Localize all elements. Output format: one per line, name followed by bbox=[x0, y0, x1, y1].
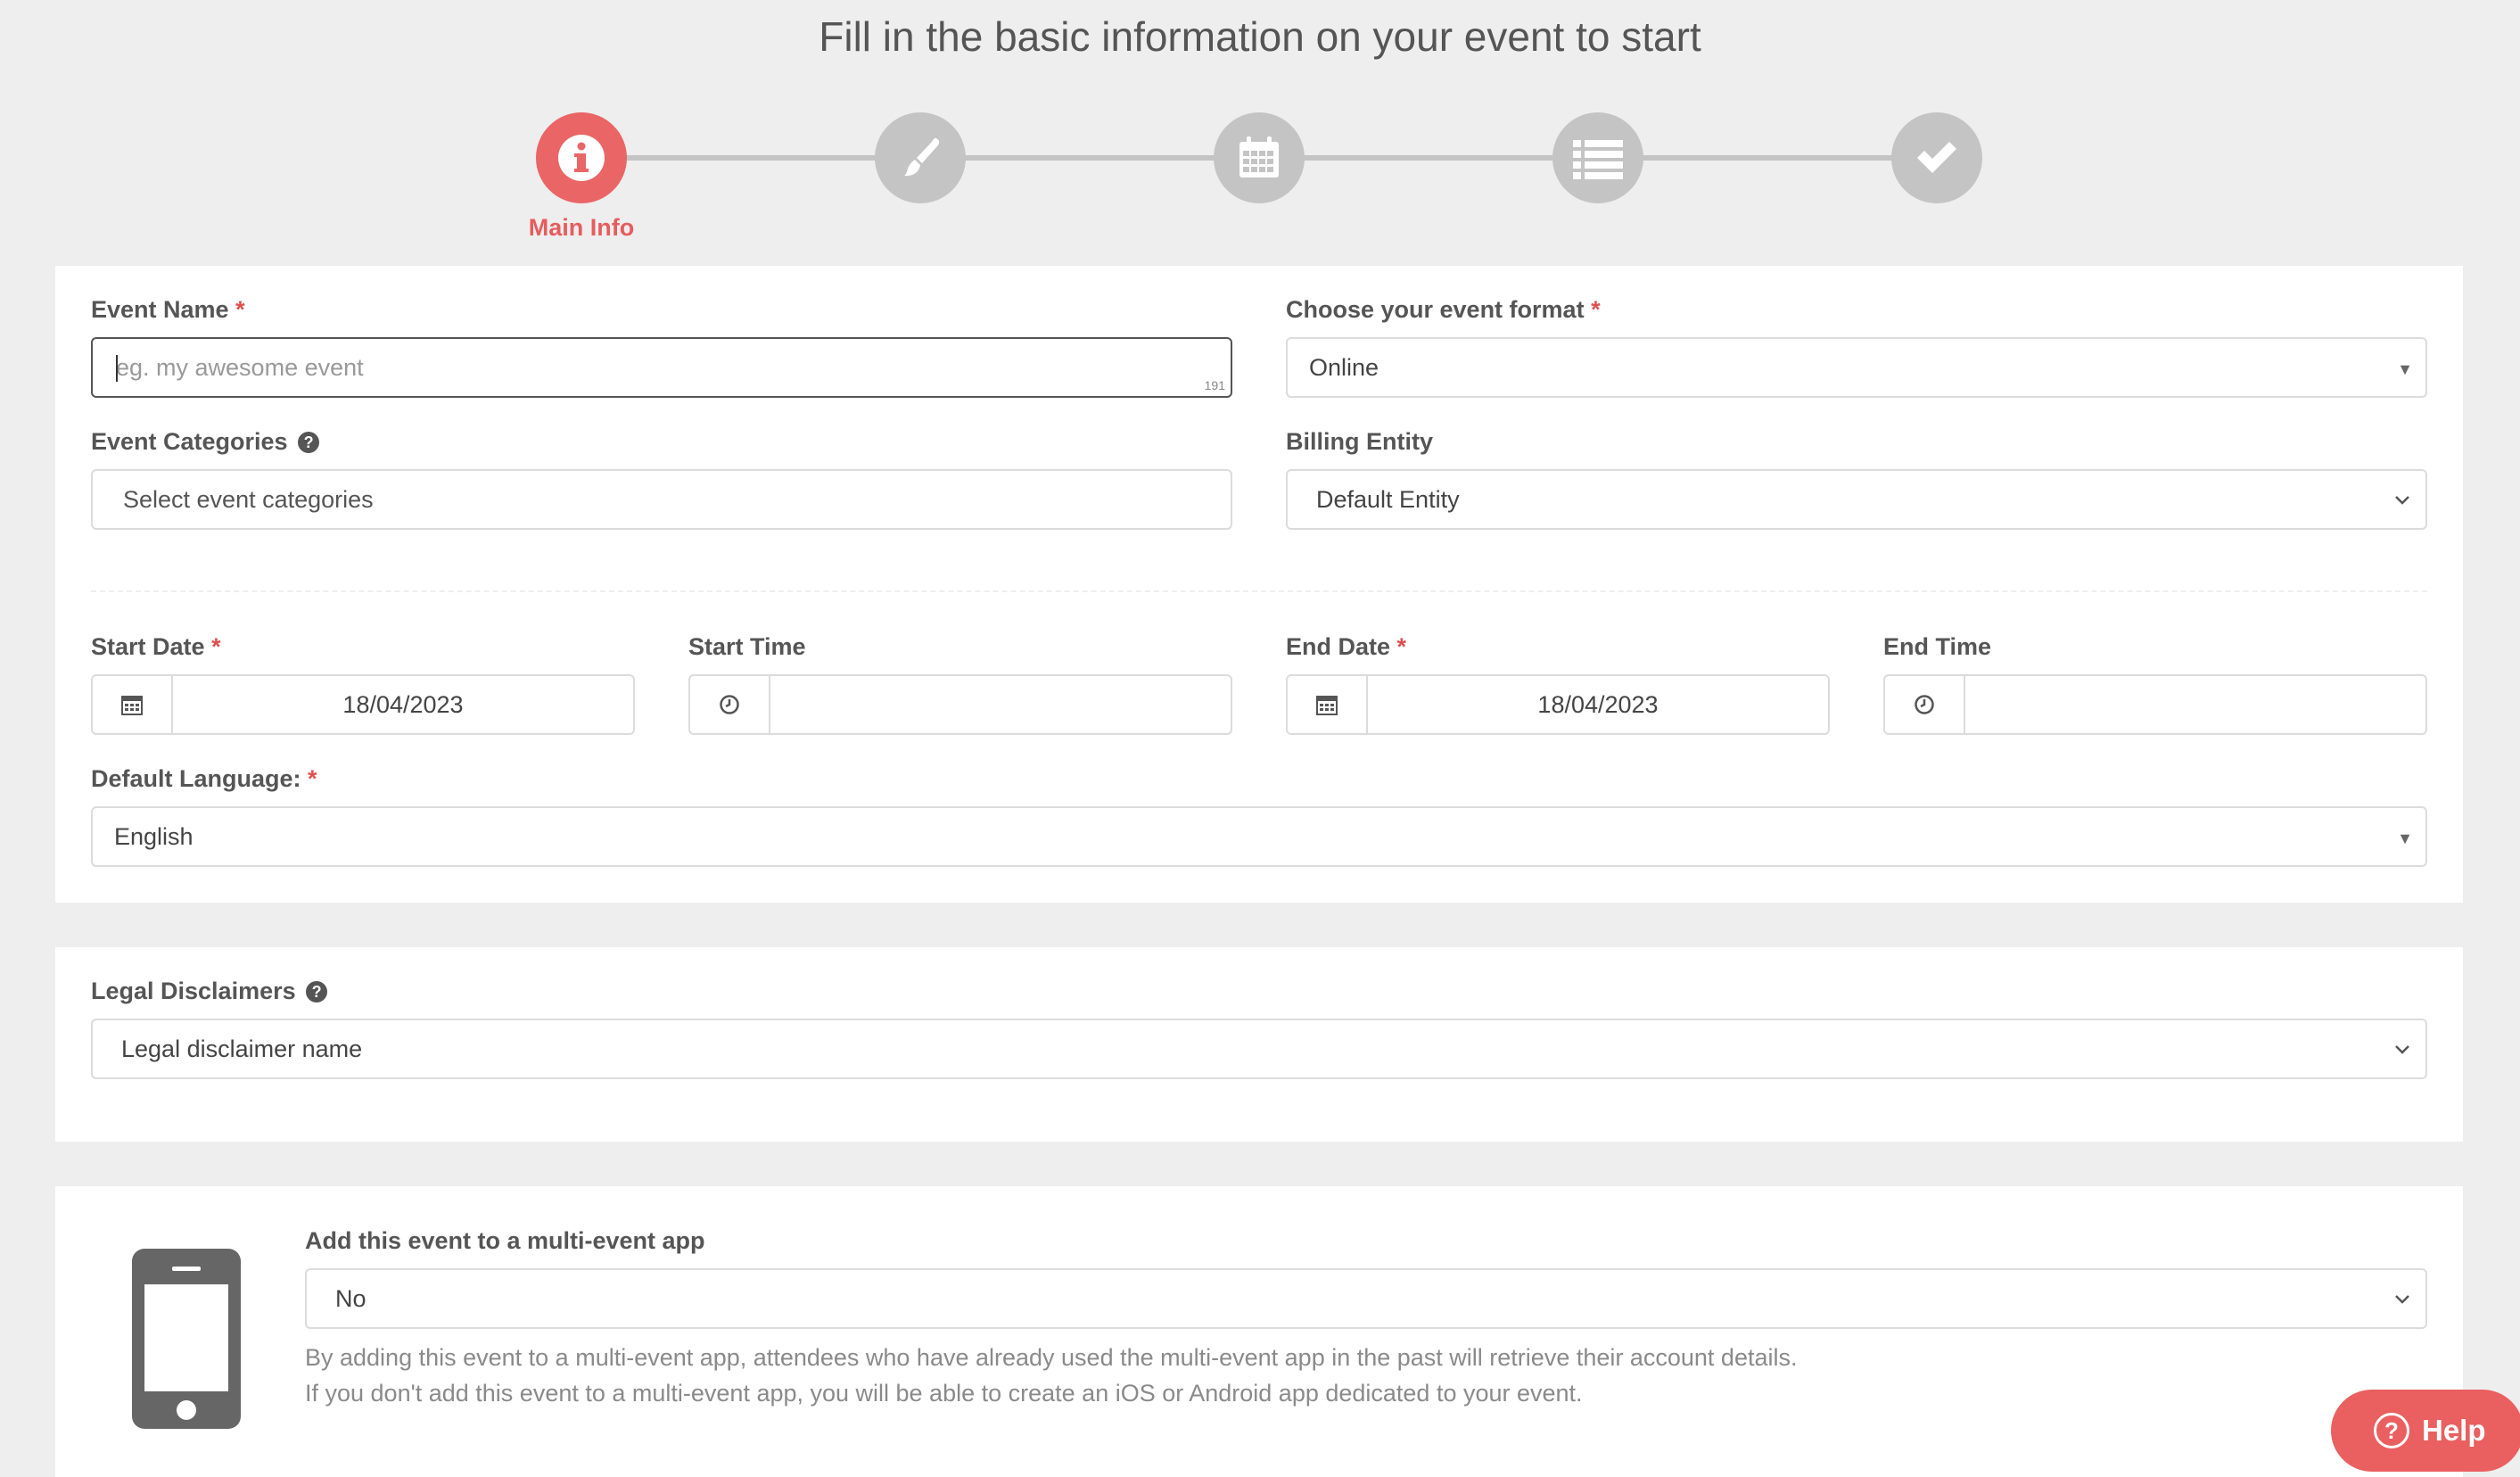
end-time-label-text: End Time bbox=[1883, 633, 1992, 660]
required-mark: * bbox=[211, 633, 221, 660]
start-time-label-text: Start Time bbox=[688, 633, 806, 660]
character-counter: 191 bbox=[1204, 378, 1225, 392]
end-time-addon[interactable] bbox=[1885, 676, 1965, 733]
legal-disclaimer-value: Legal disclaimer name bbox=[121, 1035, 363, 1062]
end-time-input[interactable] bbox=[1883, 674, 2427, 735]
step-finish[interactable] bbox=[1891, 112, 1982, 203]
billing-entity-value: Default Entity bbox=[1316, 485, 1460, 513]
start-date-label-text: Start Date bbox=[91, 633, 205, 660]
required-mark: * bbox=[1396, 633, 1407, 660]
event-format-value: Online bbox=[1309, 353, 1379, 381]
default-language-value: English bbox=[114, 822, 194, 850]
legal-disclaimers-card: Legal Disclaimers ? Legal disclaimer nam… bbox=[55, 947, 2463, 1142]
step-main-info[interactable] bbox=[536, 112, 627, 203]
calendar-icon bbox=[121, 696, 143, 715]
clock-icon bbox=[1915, 695, 1934, 714]
billing-entity-label-text: Billing Entity bbox=[1286, 428, 1433, 455]
event-format-select[interactable]: Online ▼ bbox=[1286, 337, 2427, 398]
end-date-input[interactable]: 18/04/2023 bbox=[1286, 674, 1830, 735]
start-time-addon[interactable] bbox=[690, 676, 770, 733]
chevron-down-icon bbox=[2395, 496, 2409, 505]
step-details[interactable] bbox=[1552, 112, 1643, 203]
end-date-addon[interactable] bbox=[1288, 676, 1368, 733]
event-format-label-text: Choose your event format bbox=[1286, 296, 1585, 323]
help-button[interactable]: ? Help bbox=[2331, 1390, 2520, 1472]
event-name-placeholder: eg. my awesome event bbox=[116, 353, 364, 381]
step-label-main-info: Main Info bbox=[528, 214, 635, 241]
required-mark: * bbox=[1591, 296, 1601, 323]
page-title: Fill in the basic information on your ev… bbox=[819, 13, 1701, 60]
help-button-label: Help bbox=[2422, 1414, 2486, 1447]
calendar-icon bbox=[1239, 136, 1279, 177]
end-date-label-text: End Date bbox=[1286, 633, 1391, 660]
event-categories-select[interactable]: Select event categories bbox=[91, 469, 1232, 530]
start-time-input[interactable] bbox=[688, 674, 1232, 735]
legal-disclaimer-select[interactable]: Legal disclaimer name bbox=[91, 1019, 2427, 1079]
chevron-down-icon bbox=[2395, 1295, 2409, 1304]
billing-entity-label: Billing Entity bbox=[1286, 428, 1433, 456]
legal-disclaimers-label-text: Legal Disclaimers bbox=[91, 978, 296, 1004]
help-circle-icon[interactable]: ? bbox=[298, 432, 320, 453]
event-format-label: Choose your event format * bbox=[1286, 296, 1601, 324]
list-icon bbox=[1573, 140, 1623, 179]
billing-entity-select[interactable]: Default Entity bbox=[1286, 469, 2427, 530]
caret-down-icon: ▼ bbox=[2397, 829, 2413, 847]
step-design[interactable] bbox=[875, 112, 966, 203]
calendar-icon bbox=[1316, 696, 1338, 715]
event-categories-label-text: Event Categories bbox=[91, 428, 288, 455]
end-date-value: 18/04/2023 bbox=[1537, 690, 1659, 718]
multi-event-app-label-text: Add this event to a multi-event app bbox=[305, 1227, 705, 1254]
caret-down-icon: ▼ bbox=[2397, 360, 2413, 378]
multi-event-app-select[interactable]: No bbox=[305, 1268, 2427, 1329]
smartphone-icon bbox=[132, 1249, 241, 1429]
check-icon bbox=[1917, 142, 1956, 173]
end-time-label: End Time bbox=[1883, 633, 1991, 661]
multi-event-app-note-1: By adding this event to a multi-event ap… bbox=[305, 1344, 1798, 1371]
event-name-label: Event Name * bbox=[91, 296, 245, 324]
start-date-input[interactable]: 18/04/2023 bbox=[91, 674, 635, 735]
start-date-value: 18/04/2023 bbox=[342, 690, 464, 718]
end-date-label: End Date * bbox=[1286, 633, 1406, 661]
section-divider bbox=[91, 590, 2427, 592]
start-time-label: Start Time bbox=[688, 633, 806, 661]
clock-icon bbox=[720, 695, 739, 714]
question-circle-icon: ? bbox=[2374, 1413, 2409, 1448]
default-language-label: Default Language: * bbox=[91, 765, 317, 793]
multi-event-app-note-2: If you don't add this event to a multi-e… bbox=[305, 1380, 1583, 1407]
multi-event-app-label: Add this event to a multi-event app bbox=[305, 1227, 705, 1255]
brush-icon bbox=[904, 137, 940, 177]
default-language-label-text: Default Language: bbox=[91, 765, 301, 792]
multi-event-app-card: Add this event to a multi-event app No B… bbox=[55, 1186, 2463, 1477]
event-name-label-text: Event Name bbox=[91, 296, 229, 323]
start-date-addon[interactable] bbox=[93, 676, 173, 733]
required-mark: * bbox=[235, 296, 245, 323]
chevron-down-icon bbox=[2395, 1045, 2409, 1054]
legal-disclaimers-label: Legal Disclaimers ? bbox=[91, 978, 328, 1005]
multi-event-app-value: No bbox=[335, 1284, 366, 1312]
help-circle-icon[interactable]: ? bbox=[306, 981, 328, 1003]
required-mark: * bbox=[308, 765, 317, 792]
step-dates[interactable] bbox=[1214, 112, 1305, 203]
main-info-card: Event Name * eg. my awesome event 191 Ch… bbox=[55, 266, 2463, 903]
event-name-input[interactable]: eg. my awesome event 191 bbox=[91, 337, 1232, 398]
text-cursor bbox=[116, 355, 118, 382]
event-categories-placeholder: Select event categories bbox=[123, 485, 374, 513]
start-date-label: Start Date * bbox=[91, 633, 221, 661]
info-icon bbox=[558, 135, 605, 181]
event-categories-label: Event Categories ? bbox=[91, 428, 320, 456]
default-language-select[interactable]: English ▼ bbox=[91, 806, 2427, 867]
